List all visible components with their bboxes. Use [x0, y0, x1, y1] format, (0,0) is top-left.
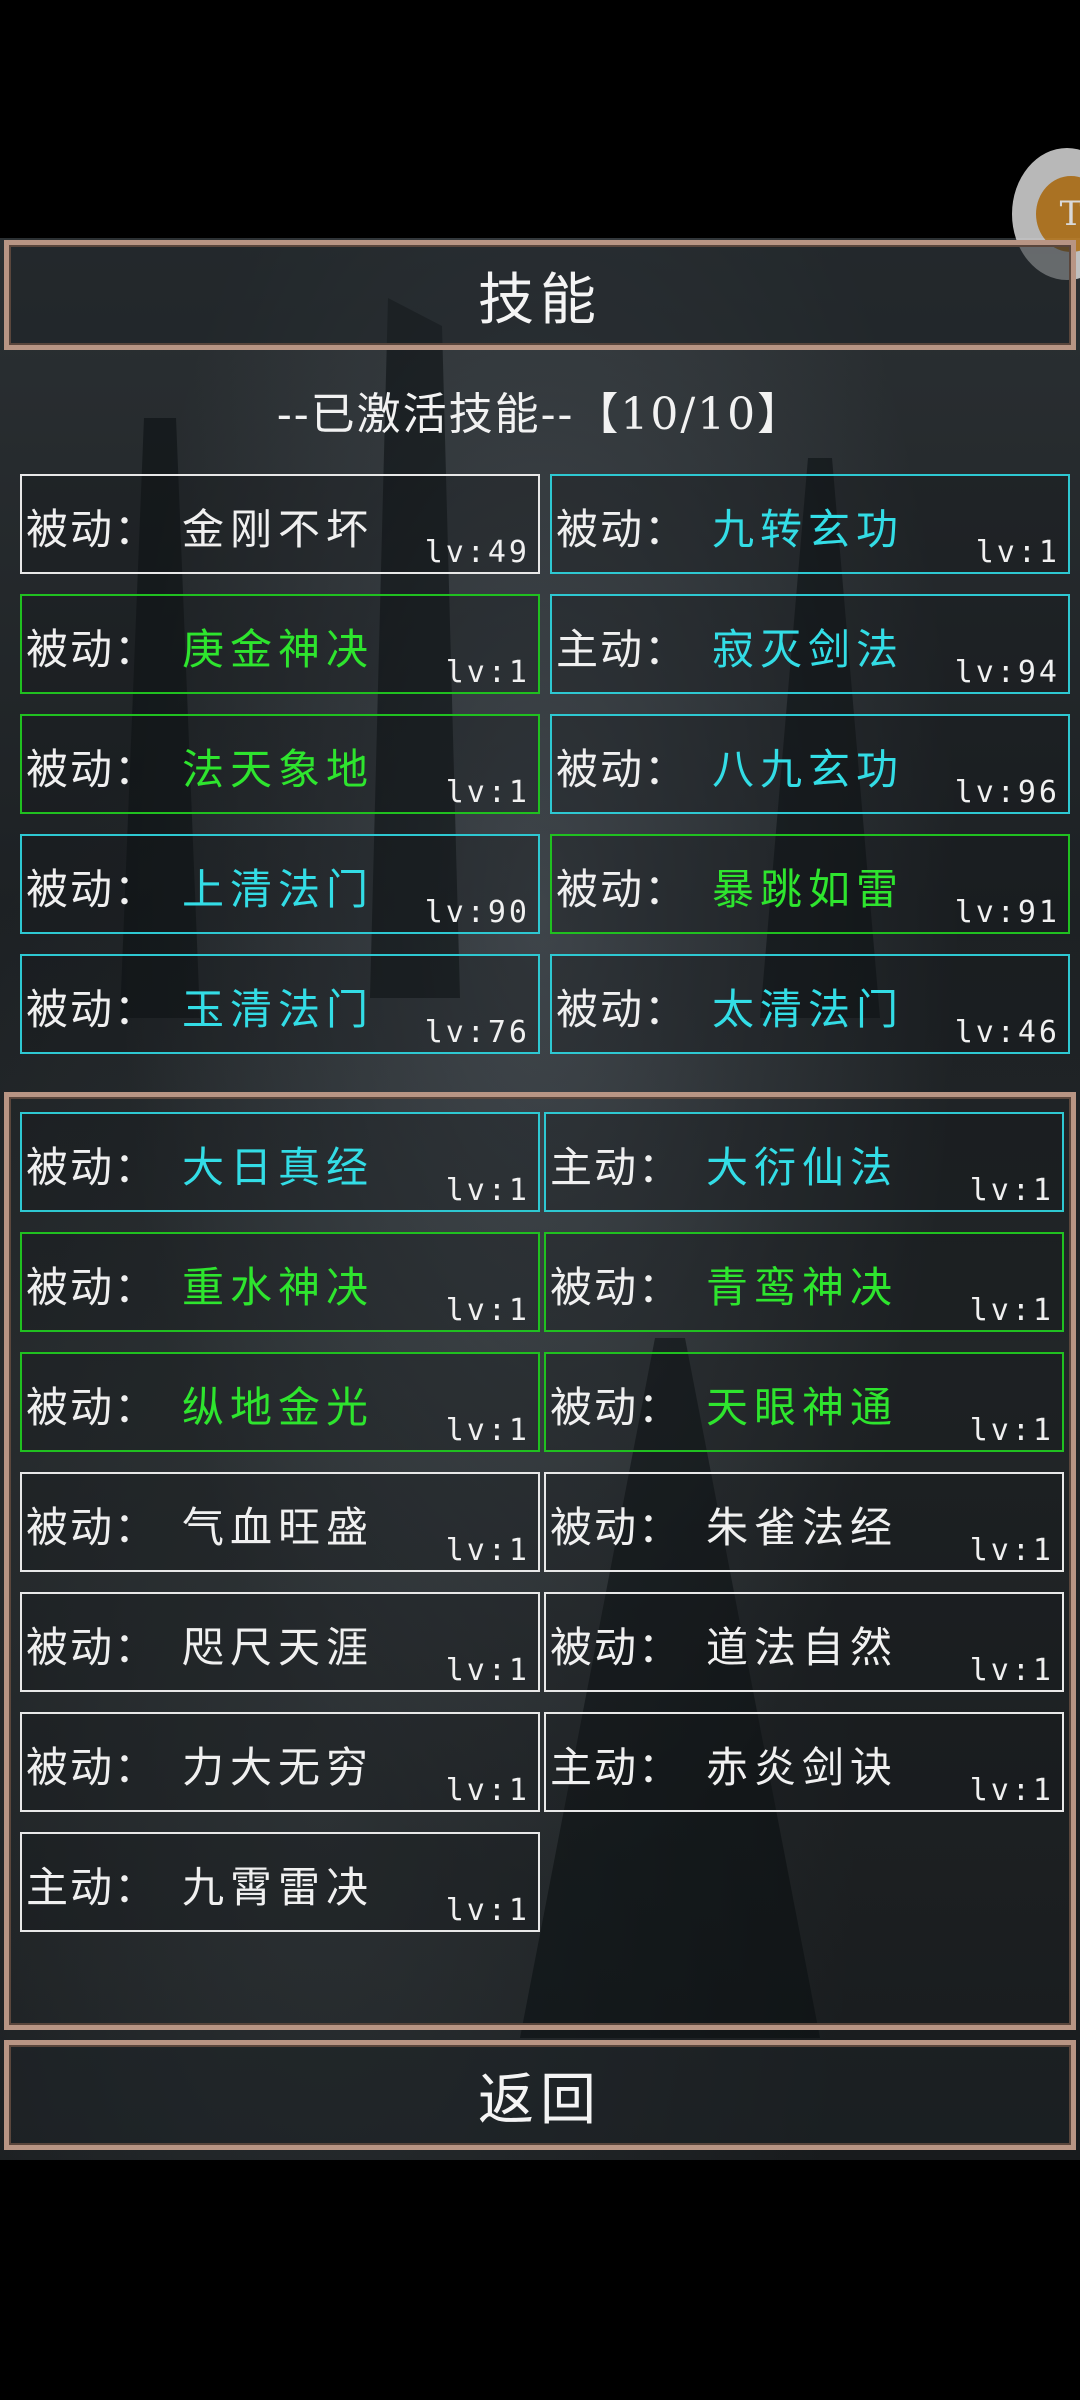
- skill-card[interactable]: 被动： 纵地金光 lv:1: [20, 1352, 540, 1452]
- skill-type: 被动：: [26, 985, 159, 1034]
- skill-type: 被动：: [26, 1143, 159, 1192]
- skill-name: 暴跳如雷: [712, 865, 905, 914]
- skill-card[interactable]: 主动： 大衍仙法 lv:1: [544, 1112, 1064, 1212]
- skill-type: 被动：: [26, 625, 159, 674]
- skill-card[interactable]: 被动： 暴跳如雷 lv:91: [550, 834, 1070, 934]
- skill-name: 寂灭剑法: [712, 625, 905, 674]
- skill-level: lv:1: [445, 655, 530, 690]
- skill-name: 咫尺天涯: [182, 1623, 375, 1672]
- skill-level: lv:1: [445, 1653, 530, 1688]
- skill-type: 被动：: [26, 1383, 159, 1432]
- skill-level: lv:1: [445, 1893, 530, 1928]
- skill-type: 被动：: [26, 1263, 159, 1312]
- skill-name: 青鸾神决: [706, 1263, 899, 1312]
- skill-level: lv:46: [954, 1015, 1060, 1050]
- return-button[interactable]: 返回: [4, 2040, 1076, 2150]
- skill-card[interactable]: 被动： 咫尺天涯 lv:1: [20, 1592, 540, 1692]
- skill-name: 八九玄功: [712, 745, 905, 794]
- skill-type: 被动：: [550, 1503, 683, 1552]
- skill-type: 被动：: [26, 745, 159, 794]
- skill-name: 朱雀法经: [706, 1503, 899, 1552]
- skill-type: 被动：: [550, 1383, 683, 1432]
- skill-level: lv:1: [969, 1773, 1054, 1808]
- skill-card[interactable]: 被动： 气血旺盛 lv:1: [20, 1472, 540, 1572]
- skill-type: 主动：: [550, 1143, 683, 1192]
- skill-card[interactable]: 被动： 大日真经 lv:1: [20, 1112, 540, 1212]
- skill-level: lv:1: [445, 775, 530, 810]
- skill-name: 金刚不坏: [182, 505, 375, 554]
- skill-card[interactable]: 被动： 朱雀法经 lv:1: [544, 1472, 1064, 1572]
- skill-type: 主动：: [550, 1743, 683, 1792]
- skill-level: lv:76: [424, 1015, 530, 1050]
- skill-level: lv:1: [969, 1533, 1054, 1568]
- skill-card[interactable]: 被动： 力大无穷 lv:1: [20, 1712, 540, 1812]
- skill-name: 庚金神决: [182, 625, 375, 674]
- skill-type: 被动：: [556, 505, 689, 554]
- return-label: 返回: [478, 2067, 602, 2133]
- skill-level: lv:1: [969, 1293, 1054, 1328]
- skill-level: lv:1: [445, 1773, 530, 1808]
- skill-level: lv:1: [445, 1293, 530, 1328]
- skill-level: lv:1: [445, 1173, 530, 1208]
- skill-name: 赤炎剑诀: [706, 1743, 899, 1792]
- skill-type: 被动：: [556, 985, 689, 1034]
- skill-type: 被动：: [550, 1263, 683, 1312]
- skill-card[interactable]: 被动： 庚金神决 lv:1: [20, 594, 540, 694]
- skill-name: 重水神决: [182, 1263, 375, 1312]
- skill-type: 被动：: [26, 865, 159, 914]
- skill-name: 纵地金光: [182, 1383, 375, 1432]
- skill-type: 被动：: [26, 1623, 159, 1672]
- skill-type: 被动：: [556, 865, 689, 914]
- skill-level: lv:91: [954, 895, 1060, 930]
- skill-card[interactable]: 被动： 太清法门 lv:46: [550, 954, 1070, 1054]
- skill-name: 九转玄功: [712, 505, 905, 554]
- skill-name: 法天象地: [182, 745, 375, 794]
- skill-type: 被动：: [550, 1623, 683, 1672]
- skill-type: 主动：: [556, 625, 689, 674]
- skill-level: lv:96: [954, 775, 1060, 810]
- skill-level: lv:49: [424, 535, 530, 570]
- skill-name: 九霄雷决: [182, 1863, 375, 1912]
- active-skills-header: --已激活技能--【10/10】: [276, 389, 804, 440]
- skill-card[interactable]: 被动： 道法自然 lv:1: [544, 1592, 1064, 1692]
- skill-level: lv:94: [954, 655, 1060, 690]
- skill-card[interactable]: 被动： 青鸾神决 lv:1: [544, 1232, 1064, 1332]
- skill-card[interactable]: 主动： 寂灭剑法 lv:94: [550, 594, 1070, 694]
- skill-type: 被动：: [26, 1503, 159, 1552]
- skill-card[interactable]: 被动： 天眼神通 lv:1: [544, 1352, 1064, 1452]
- skill-level: lv:1: [445, 1533, 530, 1568]
- skill-name: 气血旺盛: [182, 1503, 375, 1552]
- skill-name: 上清法门: [182, 865, 375, 914]
- skill-level: lv:1: [445, 1413, 530, 1448]
- title-bar: 技能: [4, 240, 1076, 350]
- skill-type: 主动：: [26, 1863, 159, 1912]
- skill-type: 被动：: [26, 505, 159, 554]
- skill-card[interactable]: 被动： 重水神决 lv:1: [20, 1232, 540, 1332]
- skill-name: 天眼神通: [706, 1383, 899, 1432]
- skill-card[interactable]: 被动： 玉清法门 lv:76: [20, 954, 540, 1054]
- skill-name: 玉清法门: [182, 985, 375, 1034]
- page-title: 技能: [478, 267, 602, 333]
- skill-card[interactable]: 被动： 上清法门 lv:90: [20, 834, 540, 934]
- skill-type: 被动：: [556, 745, 689, 794]
- skill-level: lv:1: [969, 1173, 1054, 1208]
- skill-name: 力大无穷: [182, 1743, 375, 1792]
- skill-name: 大日真经: [182, 1143, 375, 1192]
- skill-name: 大衍仙法: [706, 1143, 899, 1192]
- skill-level: lv:1: [975, 535, 1060, 570]
- skill-card[interactable]: 主动： 赤炎剑诀 lv:1: [544, 1712, 1064, 1812]
- skill-type: 被动：: [26, 1743, 159, 1792]
- skill-card[interactable]: 被动： 金刚不坏 lv:49: [20, 474, 540, 574]
- skill-name: 道法自然: [706, 1623, 899, 1672]
- skill-card[interactable]: 主动： 九霄雷决 lv:1: [20, 1832, 540, 1932]
- skill-card[interactable]: 被动： 八九玄功 lv:96: [550, 714, 1070, 814]
- skill-level: lv:90: [424, 895, 530, 930]
- skill-card[interactable]: 被动： 九转玄功 lv:1: [550, 474, 1070, 574]
- skill-level: lv:1: [969, 1653, 1054, 1688]
- skill-name: 太清法门: [712, 985, 905, 1034]
- skill-level: lv:1: [969, 1413, 1054, 1448]
- skill-card[interactable]: 被动： 法天象地 lv:1: [20, 714, 540, 814]
